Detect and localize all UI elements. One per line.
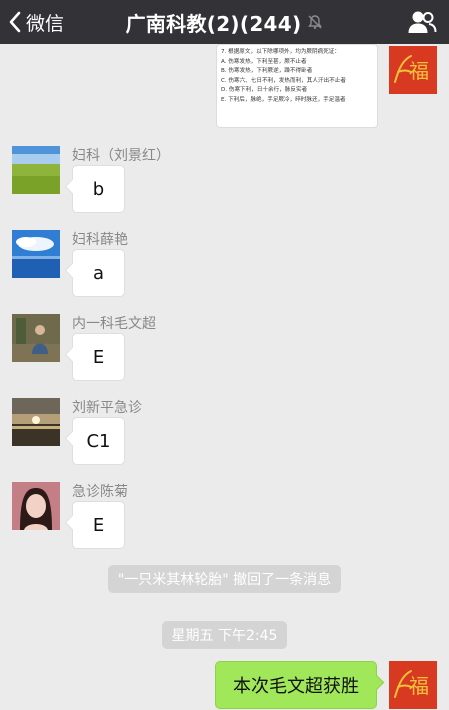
chevron-left-icon [9, 11, 21, 33]
message-bubble[interactable]: C1 [72, 417, 125, 465]
self-avatar[interactable]: 福 [389, 661, 437, 709]
message-bubble[interactable]: a [72, 249, 125, 297]
avatar[interactable] [12, 482, 60, 530]
self-avatar[interactable]: 福 [389, 46, 437, 94]
avatar[interactable] [12, 230, 60, 278]
avatar[interactable] [12, 146, 60, 194]
timestamp: 星期五 下午2:45 [0, 621, 449, 649]
back-label: 微信 [26, 12, 65, 35]
outgoing-message-bubble[interactable]: 本次毛文超获胜 [215, 661, 377, 709]
image-text-line: A. 伤寒发热，下利至甚，厥不止者 [221, 58, 307, 65]
image-text-line: D. 伤寒下利，日十余行，脉反实者 [221, 87, 308, 94]
sender-name: 内一科毛文超 [72, 316, 156, 332]
recall-notice: "一只米其林轮胎" 撤回了一条消息 [0, 565, 449, 593]
avatar-glyph: 福 [409, 59, 429, 83]
avatar-glyph: 福 [409, 674, 429, 698]
mute-bell-icon [308, 15, 323, 29]
sender-name: 妇科（刘景红） [72, 148, 170, 164]
recall-notice-text: "一只米其林轮胎" 撤回了一条消息 [107, 565, 342, 593]
image-text-line: B. 伤寒发热，下利厥逆，躁不得卧者 [221, 68, 313, 75]
message-bubble[interactable]: b [72, 165, 125, 213]
message-bubble[interactable]: E [72, 333, 125, 381]
avatar[interactable] [12, 314, 60, 362]
back-button[interactable]: 微信 [8, 0, 64, 44]
image-message[interactable]: 7. 根据原文，以下除哪项外，均为厥阴病死证： A. 伤寒发热，下利至甚，厥不止… [216, 44, 378, 128]
message-bubble[interactable]: E [72, 501, 125, 549]
group-members-icon[interactable] [407, 7, 437, 37]
sender-name: 刘新平急诊 [72, 400, 142, 416]
image-text-line: 7. 根据原文，以下除哪项外，均为厥阴病死证： [221, 49, 340, 55]
avatar[interactable] [12, 398, 60, 446]
chat-title: 广南科教(2)(244) [125, 11, 302, 36]
image-text-line: C. 伤寒六、七日不利，发热而利，其人汗出不止者 [221, 77, 346, 84]
image-text-line: E. 下利后，脉绝，手足厥冷，晬时脉还，手足温者 [221, 96, 346, 103]
sender-name: 急诊陈菊 [72, 484, 128, 500]
navigation-bar: 微信 广南科教(2)(244) [0, 0, 449, 44]
timestamp-text: 星期五 下午2:45 [161, 621, 288, 649]
sender-name: 妇科薛艳 [72, 232, 128, 248]
